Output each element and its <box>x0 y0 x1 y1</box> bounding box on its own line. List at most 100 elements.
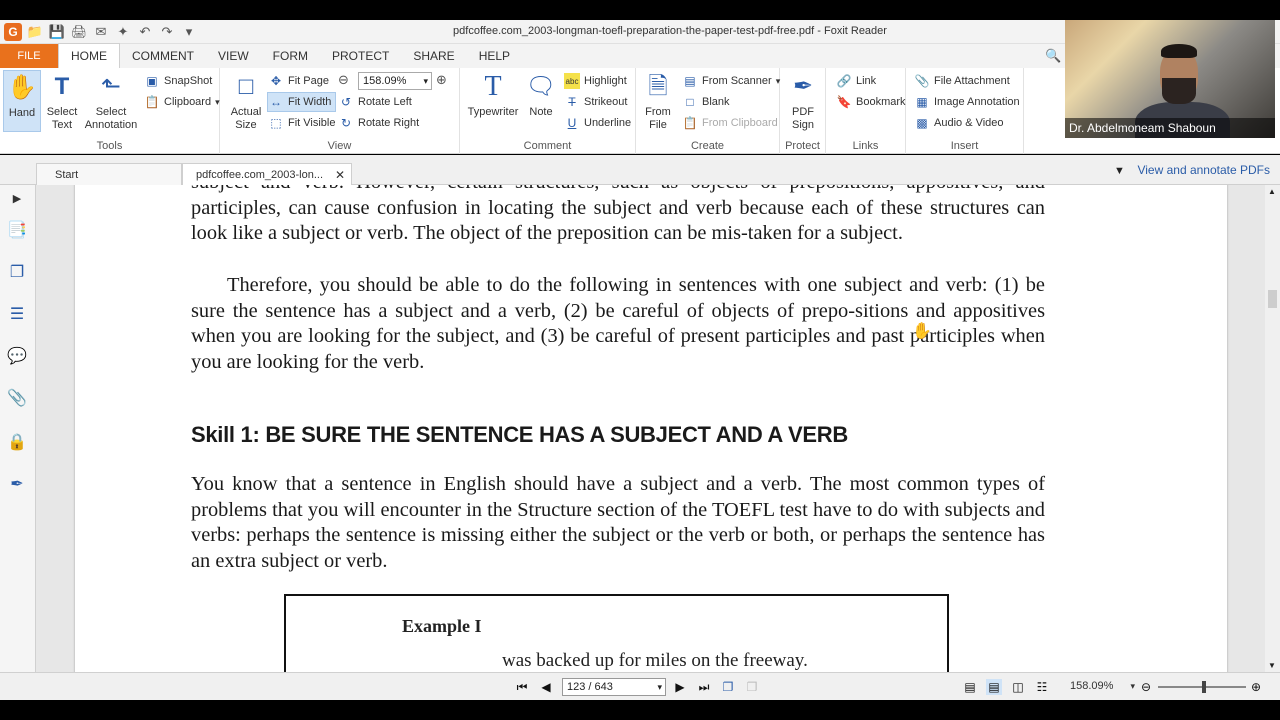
pdf-sign-button[interactable]: ✒ PDF Sign <box>782 70 824 132</box>
comments-panel-icon[interactable]: 💬 <box>6 345 28 367</box>
tab-protect[interactable]: PROTECT <box>320 44 401 68</box>
layers-panel-icon[interactable]: ☰ <box>6 303 28 325</box>
chevron-down-icon: ▾ <box>1130 681 1136 691</box>
view-group: □ Actual Size ✥ Fit Page ↔ Fit Width ⬚ F… <box>220 68 460 154</box>
zoom-out-icon[interactable]: ⊖ <box>1138 679 1154 695</box>
highlight-button[interactable]: abc Highlight <box>564 71 627 91</box>
bookmarks-panel-icon[interactable]: 📑 <box>6 219 28 241</box>
view-annotate-link[interactable]: View and annotate PDFs <box>1137 163 1270 177</box>
note-button[interactable]: 🗨 Note <box>522 70 560 132</box>
link-icon: 🔗 <box>836 74 852 88</box>
security-panel-icon[interactable]: 🔒 <box>6 431 28 453</box>
film-icon: ▩ <box>916 116 928 130</box>
tab-list-dropdown-icon[interactable]: ▼ <box>1114 165 1125 177</box>
clipboard-button[interactable]: 📋 Clipboard ▾ <box>144 92 220 112</box>
fit-width-icon: ↔ <box>270 95 282 109</box>
webcam-overlay: Dr. Abdelmoneam Shaboun <box>1065 20 1275 138</box>
zoom-in-icon[interactable]: ⊕ <box>436 72 447 88</box>
create-group: 🗎 From File ▤ From Scanner ▾ □ Blank 📋 F… <box>636 68 780 154</box>
scroll-down-icon[interactable]: ▼ <box>1268 661 1276 670</box>
protect-group: ✒ PDF Sign Protect <box>780 68 826 154</box>
link-button[interactable]: 🔗 Link <box>836 71 877 91</box>
rotate-right-button[interactable]: ↻ Rotate Right <box>338 113 419 133</box>
comment-group-label: Comment <box>523 140 572 152</box>
scrollbar-thumb[interactable] <box>1268 290 1277 308</box>
page-number-select[interactable]: 123 / 643 ▾ <box>562 678 666 696</box>
tools-group: ✋ Hand T Select Text ⬑ Select Annotation… <box>0 68 220 154</box>
select-text-button[interactable]: T Select Text <box>40 70 84 132</box>
document-tab-bar: Start pdfcoffee.com_2003-lon... ✕ ▼ View… <box>0 155 1280 185</box>
actual-size-button[interactable]: □ Actual Size <box>225 70 267 132</box>
zoom-slider-knob[interactable] <box>1202 681 1206 693</box>
fit-page-button[interactable]: ✥ Fit Page <box>268 71 329 91</box>
select-annotation-button[interactable]: ⬑ Select Annotation <box>84 70 138 132</box>
blank-button[interactable]: □ Blank <box>682 92 729 112</box>
tab-form[interactable]: FORM <box>261 44 320 68</box>
links-group: 🔗 Link 🔖 Bookmark Links <box>826 68 906 154</box>
links-group-label: Links <box>852 140 879 152</box>
image-icon: ▦ <box>916 95 928 109</box>
strikeout-button[interactable]: T Strikeout <box>564 92 627 112</box>
rotate-left-icon: ↺ <box>340 95 352 109</box>
snapshot-button[interactable]: ▣ SnapShot <box>144 71 212 91</box>
example-sentence: was backed up for miles on the freeway. <box>502 650 808 671</box>
tab-home[interactable]: HOME <box>58 43 120 68</box>
vertical-scrollbar[interactable]: ▲ ▼ <box>1265 185 1280 672</box>
fit-visible-button[interactable]: ⬚ Fit Visible <box>268 113 335 133</box>
next-view-icon[interactable]: ❐ <box>744 679 760 695</box>
page-icon: □ <box>238 72 254 100</box>
pages-panel-icon[interactable]: ❐ <box>6 261 28 283</box>
zoom-select[interactable]: 158.09% ▾ <box>358 72 432 90</box>
underline-button[interactable]: U Underline <box>564 113 631 133</box>
continuous-page-icon[interactable]: ▤ <box>986 679 1002 695</box>
file-menu-button[interactable]: FILE <box>0 44 58 68</box>
example-box: Example I was backed up for miles on the… <box>284 594 949 672</box>
from-file-button[interactable]: 🗎 From File <box>639 70 677 132</box>
document-viewer[interactable]: subject and verb. However, certain struc… <box>36 185 1265 672</box>
tab-comment[interactable]: COMMENT <box>120 44 206 68</box>
previous-view-icon[interactable]: ❐ <box>720 679 736 695</box>
hand-tool-button[interactable]: ✋ Hand <box>3 70 41 132</box>
zoom-out-icon[interactable]: ⊖ <box>338 72 349 88</box>
tab-document[interactable]: pdfcoffee.com_2003-lon... ✕ <box>182 163 352 185</box>
zoom-slider[interactable] <box>1158 681 1246 693</box>
view-group-label: View <box>327 140 352 152</box>
fit-width-button[interactable]: ↔ Fit Width <box>267 92 337 112</box>
zoom-level[interactable]: 158.09% ▾ <box>1070 680 1135 692</box>
skill-heading: Skill 1: BE SURE THE SENTENCE HAS A SUBJ… <box>191 422 848 447</box>
facing-page-icon[interactable]: ◫ <box>1010 679 1026 695</box>
tab-help[interactable]: HELP <box>467 44 522 68</box>
next-page-icon[interactable]: ▶ <box>672 679 688 695</box>
expand-panel-icon[interactable]: ▶ <box>6 187 28 209</box>
continuous-facing-icon[interactable]: ☷ <box>1034 679 1050 695</box>
signature-panel-icon[interactable]: ✒ <box>6 473 28 495</box>
tab-view[interactable]: VIEW <box>206 44 261 68</box>
from-clipboard-button[interactable]: 📋 From Clipboard <box>682 113 778 133</box>
rotate-left-button[interactable]: ↺ Rotate Left <box>338 92 412 112</box>
image-annotation-button[interactable]: ▦ Image Annotation <box>914 92 1019 112</box>
tab-share[interactable]: SHARE <box>401 44 466 68</box>
search-folder-icon[interactable]: 🔍 <box>1045 48 1061 64</box>
clipboard-icon: 📋 <box>144 95 160 109</box>
text-cursor-icon: T <box>54 72 70 100</box>
tab-start[interactable]: Start <box>36 163 182 185</box>
tools-group-label: Tools <box>96 140 123 152</box>
paragraph-3: You know that a sentence in English shou… <box>191 473 1045 573</box>
previous-page-icon[interactable]: ◀ <box>538 679 554 695</box>
single-page-icon[interactable]: ▤ <box>962 679 978 695</box>
from-scanner-button[interactable]: ▤ From Scanner ▾ <box>682 71 780 91</box>
navigation-sidebar: ▶ 📑 ❐ ☰ 💬 📎 🔒 ✒ <box>0 185 36 672</box>
presenter-hair <box>1161 44 1197 58</box>
file-attachment-button[interactable]: 📎 File Attachment <box>914 71 1010 91</box>
scroll-up-icon[interactable]: ▲ <box>1268 187 1276 196</box>
bookmark-button[interactable]: 🔖 Bookmark <box>836 92 906 112</box>
audio-video-button[interactable]: ▩ Audio & Video <box>914 113 1003 133</box>
close-tab-icon[interactable]: ✕ <box>335 168 345 182</box>
first-page-icon[interactable]: ⏮ <box>514 679 530 695</box>
comment-group: T Typewriter 🗨 Note abc Highlight T Stri… <box>460 68 636 154</box>
typewriter-button[interactable]: T Typewriter <box>464 70 522 132</box>
last-page-icon[interactable]: ⏭ <box>696 679 712 695</box>
attachments-panel-icon[interactable]: 📎 <box>6 387 28 409</box>
hand-icon: ✋ <box>7 73 37 101</box>
zoom-in-icon[interactable]: ⊕ <box>1248 679 1264 695</box>
